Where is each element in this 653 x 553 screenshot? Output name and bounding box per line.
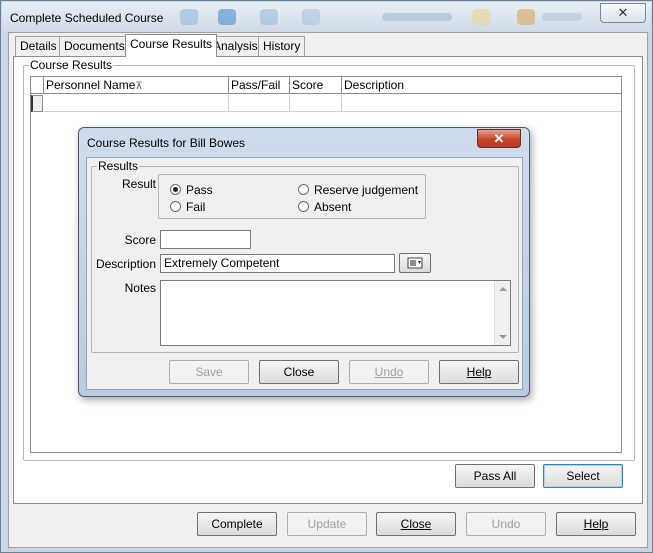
- column-header-pass-fail[interactable]: Pass/Fail: [229, 77, 290, 94]
- radio-fail[interactable]: [170, 201, 181, 212]
- button-label: Close: [283, 365, 315, 379]
- scroll-up-icon[interactable]: [499, 287, 507, 291]
- description-field[interactable]: Extremely Competent: [160, 254, 395, 273]
- help-button[interactable]: Help: [556, 512, 636, 536]
- button-label: Select: [566, 469, 600, 483]
- scroll-down-icon[interactable]: [499, 335, 507, 339]
- description-label: Description: [95, 257, 156, 271]
- dialog-undo-button[interactable]: Undo: [349, 360, 429, 384]
- radio-pass-label[interactable]: Pass: [186, 183, 213, 197]
- column-header-personnel-name[interactable]: Personnel Name⊼: [44, 77, 229, 94]
- close-icon: ✕: [617, 5, 629, 20]
- course-results-dialog: Course Results for Bill Bowes ✕ Results …: [78, 127, 530, 397]
- complete-button[interactable]: Complete: [197, 512, 277, 536]
- tab-documents[interactable]: Documents: [59, 36, 130, 56]
- window-close-button[interactable]: ✕: [600, 3, 646, 23]
- close-button[interactable]: Close: [376, 512, 456, 536]
- group-label: Course Results: [29, 58, 114, 72]
- list-lookup-icon: [407, 257, 423, 269]
- background-taskbar-bleed: [172, 5, 592, 29]
- dialog-close-text-button[interactable]: Close: [259, 360, 339, 384]
- window-title: Complete Scheduled Course: [10, 11, 164, 25]
- tab-label: Documents: [64, 39, 125, 53]
- radio-absent[interactable]: [298, 201, 309, 212]
- cell-description[interactable]: [342, 95, 621, 112]
- button-label: Close: [400, 517, 432, 531]
- score-label: Score: [124, 233, 156, 247]
- tab-label: History: [263, 39, 301, 53]
- result-options-box: Pass Fail Reserve judgement Absent: [158, 174, 426, 219]
- cell-personnel-name[interactable]: [44, 95, 229, 112]
- update-button[interactable]: Update: [287, 512, 367, 536]
- column-header-description[interactable]: Description: [342, 77, 621, 94]
- tab-label: Course Results: [130, 37, 213, 51]
- button-label: Pass All: [473, 469, 517, 483]
- tab-label: Analysis: [213, 39, 258, 53]
- cell-pass-fail[interactable]: [229, 95, 290, 112]
- tab-label: Details: [20, 39, 57, 53]
- group-label: Results: [97, 159, 140, 173]
- notes-scrollbar[interactable]: [494, 281, 510, 345]
- column-label: Description: [344, 78, 405, 92]
- column-label: Score: [292, 78, 324, 92]
- row-selector[interactable]: [31, 95, 43, 112]
- dialog-client: Results Result Pass Fail Reserve judgeme…: [86, 157, 523, 390]
- radio-fail-label[interactable]: Fail: [186, 200, 205, 214]
- pass-all-button[interactable]: Pass All: [455, 464, 535, 488]
- radio-absent-label[interactable]: Absent: [314, 200, 351, 214]
- radio-pass[interactable]: [170, 184, 181, 195]
- dialog-title: Course Results for Bill Bowes: [87, 136, 246, 150]
- radio-reserve-judgement[interactable]: [298, 184, 309, 195]
- title-bar[interactable]: Complete Scheduled Course ✕: [2, 2, 651, 32]
- dialog-close-button[interactable]: ✕: [477, 129, 521, 148]
- notes-label: Notes: [124, 281, 156, 295]
- close-icon: ✕: [493, 131, 505, 146]
- result-label: Result: [121, 177, 156, 191]
- column-label: Pass/Fail: [231, 78, 281, 92]
- column-header-score[interactable]: Score: [290, 77, 342, 94]
- button-label: Help: [583, 517, 609, 531]
- tab-course-results[interactable]: Course Results: [125, 34, 218, 57]
- radio-reserve-judgement-label[interactable]: Reserve judgement: [314, 183, 418, 197]
- notes-field[interactable]: [160, 280, 511, 346]
- save-button[interactable]: Save: [169, 360, 249, 384]
- button-label: Save: [195, 365, 223, 379]
- score-field[interactable]: [160, 230, 251, 249]
- button-label: Undo: [374, 365, 404, 379]
- button-label: Complete: [211, 517, 263, 531]
- tab-details[interactable]: Details: [15, 36, 62, 56]
- cell-score[interactable]: [290, 95, 342, 112]
- button-label: Update: [307, 517, 347, 531]
- dialog-help-button[interactable]: Help: [439, 360, 519, 384]
- column-label: Personnel Name: [46, 78, 136, 92]
- sort-icon: ⊼: [135, 81, 143, 92]
- undo-button[interactable]: Undo: [466, 512, 546, 536]
- button-label: Undo: [491, 517, 521, 531]
- button-label: Help: [466, 365, 492, 379]
- select-button[interactable]: Select: [543, 464, 623, 488]
- description-lookup-button[interactable]: [399, 253, 431, 273]
- tab-history[interactable]: History: [258, 36, 306, 56]
- grid-corner: [31, 77, 44, 94]
- results-group: Results Result Pass Fail Reserve judgeme…: [91, 159, 519, 353]
